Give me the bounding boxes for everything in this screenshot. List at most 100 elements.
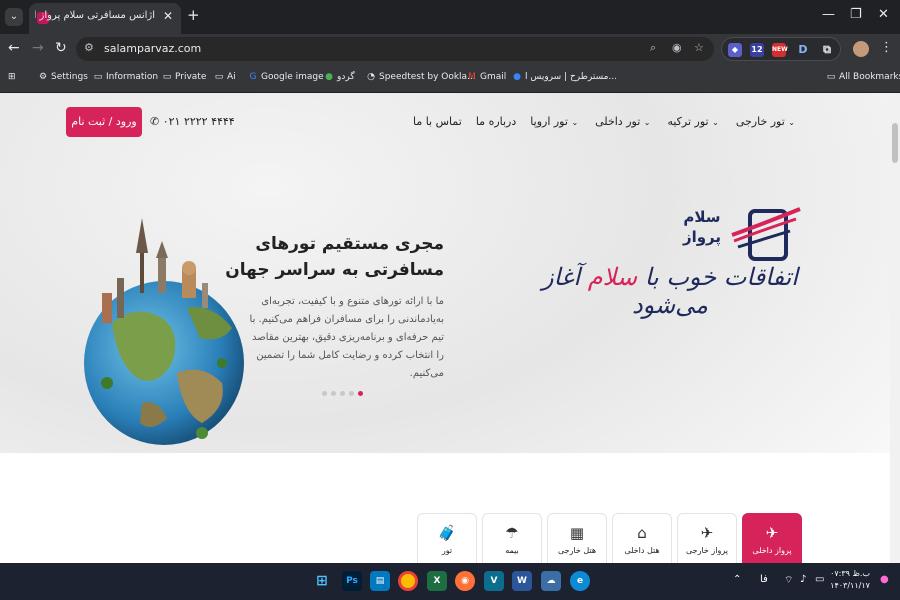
clock-date: ۱۴۰۳/۱۱/۱۷: [830, 581, 870, 590]
service-tab-domestic-flight[interactable]: ✈ پرواز داخلی: [742, 513, 802, 563]
wifi-icon[interactable]: ⌔: [784, 574, 793, 587]
slogan-part: اتفاقات خوب با: [637, 263, 798, 291]
firefox-icon[interactable]: ◉: [455, 571, 475, 591]
service-label: هتل خارجی: [557, 546, 597, 555]
tab-search-icon[interactable]: ⌄: [5, 8, 23, 26]
nav-item-foreign-tour[interactable]: تور خارجی ⌄: [736, 115, 798, 128]
bookmark-label: Private: [175, 72, 207, 82]
service-label: هتل داخلی: [624, 546, 660, 555]
language-indicator[interactable]: فا: [760, 574, 768, 585]
chrome-icon[interactable]: [398, 571, 418, 591]
extensions-bar: ◆ 12 NEW D ⧉: [721, 37, 841, 61]
battery-icon[interactable]: ▭: [815, 574, 824, 585]
site-icon: ●: [325, 72, 333, 82]
slider-dot-active[interactable]: [358, 391, 363, 396]
apps-grid-icon[interactable]: ⊞: [8, 72, 16, 82]
bookmark-label: Speedtest by Ookla...: [379, 72, 476, 82]
service-tab-foreign-hotel[interactable]: ▦ هتل خارجی: [547, 513, 607, 563]
notification-icon[interactable]: ●: [880, 574, 889, 585]
service-tab-insurance[interactable]: ☂ بیمه: [482, 513, 542, 563]
puzzle-icon[interactable]: ⧉: [820, 43, 834, 57]
address-bar[interactable]: ⚙ salamparvaz.com ⌕ ◉ ☆: [76, 37, 714, 61]
tray-overflow-icon[interactable]: ⌃: [733, 574, 741, 585]
star-icon[interactable]: ☆: [694, 41, 704, 54]
bookmark-gmail[interactable]: M Gmail: [467, 72, 506, 82]
back-icon[interactable]: ←: [8, 40, 20, 56]
system-clock[interactable]: ۰۷:۳۹ ب.ظ ۱۴۰۳/۱۱/۱۷: [830, 568, 870, 592]
trello-icon[interactable]: ▤: [370, 571, 390, 591]
folder-icon: ▭: [93, 72, 103, 82]
edge-icon[interactable]: e: [570, 571, 590, 591]
bookmark-label: Gmail: [480, 72, 507, 82]
slider-dot[interactable]: [322, 391, 327, 396]
slider-dot[interactable]: [340, 391, 345, 396]
folder-icon: ▭: [162, 72, 172, 82]
browser-menu-icon[interactable]: ⋮: [880, 40, 893, 55]
url-text: salamparvaz.com: [104, 42, 202, 55]
site-icon: ●: [513, 72, 521, 82]
all-bookmarks[interactable]: ▭ All Bookmarks: [826, 72, 900, 82]
extension-badge-count[interactable]: 12: [750, 43, 764, 57]
bookmark-private[interactable]: ▭ Private: [162, 72, 207, 82]
google-icon: G: [249, 72, 257, 82]
scrollbar-thumb[interactable]: [892, 123, 898, 163]
browser-tab[interactable]: آژانس مسافرتی سلام پرواز ایرانیان ✕: [29, 3, 181, 34]
slider-dot[interactable]: [331, 391, 336, 396]
windows-taskbar: ⊞ Ps ▤ X ◉ V W ☁ e ⌃ فا ⌔ ♪ ▭ ۰۷:۳۹ ب.ظ …: [0, 563, 900, 600]
profile-avatar[interactable]: [853, 41, 869, 57]
umbrella-icon: ☂: [505, 524, 519, 542]
bookmark-settings[interactable]: ⚙ Settings: [38, 72, 88, 82]
shield-extension-icon[interactable]: ◆: [728, 43, 742, 57]
app-icon[interactable]: ☁: [541, 571, 561, 591]
minimize-button[interactable]: —: [822, 7, 835, 22]
reload-icon[interactable]: ↻: [55, 40, 67, 56]
bookmark-google-image[interactable]: G Google image: [248, 72, 324, 82]
service-tab-foreign-flight[interactable]: ✈ پرواز خارجی: [677, 513, 737, 563]
nav-item-contact[interactable]: تماس با ما: [413, 115, 462, 128]
hero-title: مجری مستقیم تورهای مسافرتی به سراسر جهان: [225, 234, 444, 280]
tab-title: آژانس مسافرتی سلام پرواز ایرانیان: [35, 10, 155, 21]
forward-icon[interactable]: →: [32, 40, 44, 56]
nav-item-about[interactable]: درباره ما: [476, 115, 516, 128]
nav-item-turkey-tour[interactable]: تور ترکیه ⌄: [667, 115, 721, 128]
slider-dot[interactable]: [349, 391, 354, 396]
photoshop-icon[interactable]: Ps: [342, 571, 362, 591]
bookmark-ai[interactable]: ▭ Ai: [214, 72, 236, 82]
word-icon[interactable]: W: [512, 571, 532, 591]
bookmark-information[interactable]: ▭ Information: [93, 72, 158, 82]
hero-description: ما با ارائه تورهای متنوع و با کیفیت، تجر…: [249, 296, 444, 379]
nav-item-europe-tour[interactable]: تور اروپا ⌄: [530, 115, 581, 128]
excel-icon[interactable]: X: [427, 571, 447, 591]
extension-badge-new[interactable]: NEW: [772, 43, 788, 57]
bookmark-speedtest[interactable]: ◔ Speedtest by Ookla...: [366, 72, 476, 82]
salam-parvaz-logo-icon: [731, 207, 801, 261]
nav-label: تماس با ما: [412, 115, 462, 128]
zoom-icon[interactable]: ⌕: [650, 41, 656, 55]
chevron-down-icon: ⌄: [643, 118, 651, 127]
nav-item-domestic-tour[interactable]: تور داخلی ⌄: [595, 115, 653, 128]
start-menu-icon[interactable]: ⊞: [312, 571, 332, 591]
bookmark-label: گردو: [337, 72, 355, 82]
bookmark-gerdoo[interactable]: ● گردو: [324, 72, 355, 82]
globe-landmarks-illustration: [84, 218, 244, 445]
v-app-icon[interactable]: V: [484, 571, 504, 591]
login-register-button[interactable]: ورود / ثبت نام: [66, 107, 142, 137]
site-info-icon[interactable]: ⚙: [84, 41, 94, 54]
phone-number[interactable]: ✆ ۰۲۱ ۲۲۲۲ ۴۴۴۴: [150, 115, 235, 128]
clock-time: ۰۷:۳۹ ب.ظ: [830, 569, 870, 578]
service-tab-tour[interactable]: 🧳 تور: [417, 513, 477, 563]
nav-label: تور داخلی: [595, 115, 641, 128]
bookmark-label: Ai: [227, 72, 236, 82]
house-icon: ⌂: [637, 524, 647, 542]
service-tab-domestic-hotel[interactable]: ⌂ هتل داخلی: [612, 513, 672, 563]
volume-icon[interactable]: ♪: [800, 574, 806, 585]
eye-off-icon[interactable]: ◉: [672, 41, 682, 54]
bookmark-mastertarh[interactable]: ● مسترطرح | سرویس ا...: [512, 72, 617, 82]
maximize-button[interactable]: ❐: [850, 7, 862, 22]
close-tab-icon[interactable]: ✕: [163, 9, 173, 23]
extension-d-icon[interactable]: D: [796, 43, 810, 57]
close-window-button[interactable]: ✕: [878, 7, 889, 22]
new-tab-button[interactable]: +: [187, 6, 200, 24]
bookmark-label: Google image: [261, 72, 324, 82]
page-scrollbar[interactable]: [890, 93, 900, 563]
